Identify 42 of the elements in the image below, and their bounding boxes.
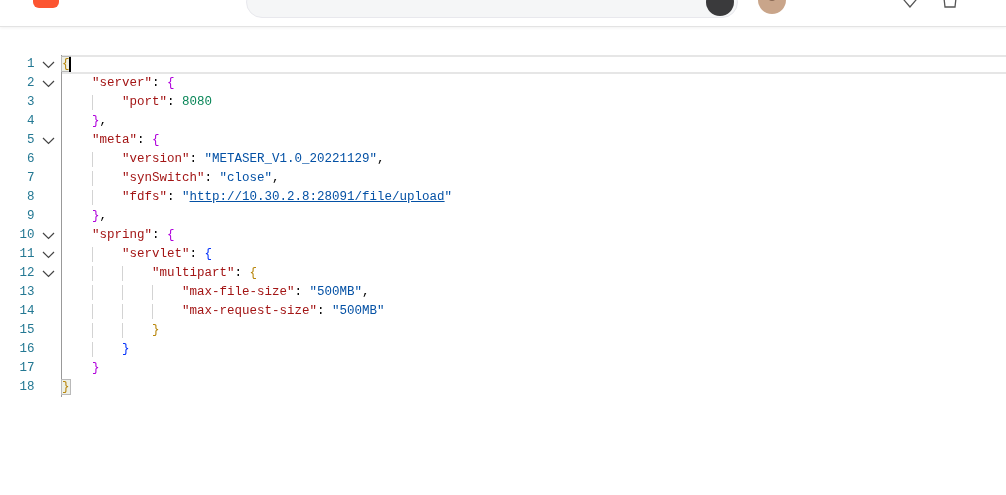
line-number: 4	[25, 113, 35, 130]
text-cursor	[69, 57, 71, 72]
line-number: 7	[25, 170, 35, 187]
code-line: "meta": {	[92, 133, 160, 148]
line-number: 10	[18, 227, 35, 244]
fold-chevron-icon[interactable]	[42, 269, 56, 278]
code-line: "multipart": {	[152, 266, 258, 281]
url-link[interactable]: http://10.30.2.8:28091/file/upload	[189, 190, 445, 204]
code-line: "max-file-size": "500MB",	[182, 285, 370, 300]
line-number: 6	[25, 151, 35, 168]
code-line: "version": "METASER_V1.0_20221129",	[122, 152, 385, 167]
line-number: 13	[18, 284, 35, 301]
line-number: 15	[18, 322, 35, 339]
code-line: "spring": {	[92, 228, 175, 243]
line-number: 5	[25, 132, 35, 149]
fold-chevron-icon[interactable]	[42, 250, 56, 259]
fold-chevron-icon[interactable]	[42, 60, 56, 69]
line-number: 12	[18, 265, 35, 282]
code-line: "server": {	[92, 76, 175, 91]
fold-chevron-icon[interactable]	[42, 231, 56, 240]
line-number: 1	[25, 56, 35, 73]
code-line: }	[122, 342, 130, 357]
code-line: },	[92, 209, 108, 224]
line-number: 3	[25, 94, 35, 111]
line-number: 11	[18, 246, 35, 263]
fold-chevron-icon[interactable]	[42, 79, 56, 88]
fold-chevron-icon[interactable]	[42, 136, 56, 145]
line-number: 2	[25, 75, 35, 92]
line-number: 9	[25, 208, 35, 225]
code-line: "fdfs": "http://10.30.2.8:28091/file/upload"	[122, 190, 453, 205]
code-line: }	[152, 323, 160, 338]
code-line: "servlet": {	[122, 247, 213, 262]
code-line: "port": 8080	[122, 95, 213, 110]
code-line: },	[92, 114, 108, 129]
line-number: 18	[18, 379, 35, 396]
line-number: 8	[25, 189, 35, 206]
code-line: "max-request-size": "500MB"	[182, 304, 385, 319]
code-line: "synSwitch": "close",	[122, 171, 280, 186]
line-number: 17	[18, 360, 35, 377]
line-number: 14	[18, 303, 35, 320]
line-number: 16	[18, 341, 35, 358]
code-line: }	[92, 361, 100, 376]
